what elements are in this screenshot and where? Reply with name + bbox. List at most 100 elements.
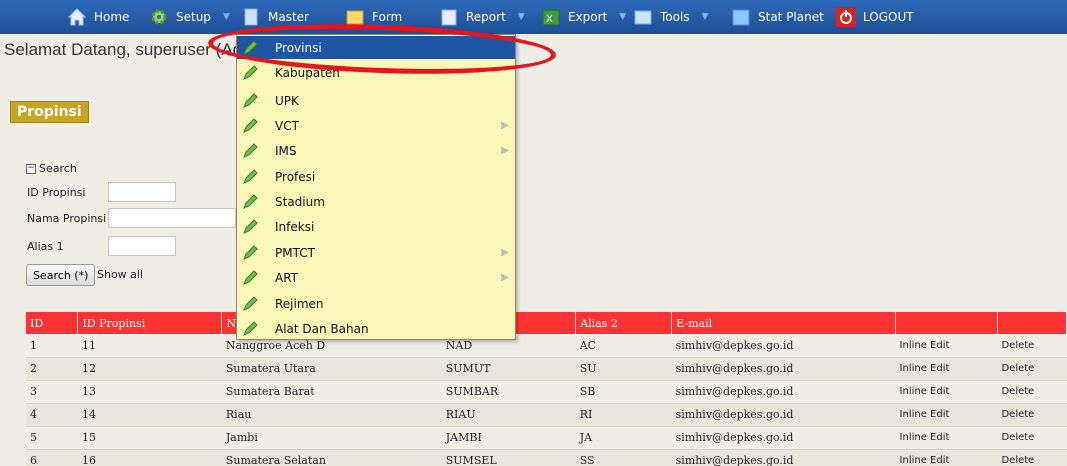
submenu-arrow-icon: ▶ xyxy=(501,247,509,258)
delete-link[interactable]: Delete xyxy=(997,426,1067,450)
menu-item-art[interactable]: ART ▶ xyxy=(237,266,515,289)
table-header-row: ID ID Propinsi Na Alias 2 E-mail xyxy=(26,312,1067,334)
cell-id-propinsi: 15 xyxy=(77,426,222,450)
cell-email: simhiv@depkes.go.id xyxy=(671,403,896,427)
globe-icon xyxy=(732,9,750,26)
pencil-icon xyxy=(243,39,258,55)
cell-alias2: SS xyxy=(575,449,672,466)
delete-link[interactable]: Delete xyxy=(997,357,1067,381)
cell-nama: Sumatera Utara xyxy=(221,357,442,381)
nav-setup[interactable]: Setup ▼ xyxy=(148,0,230,34)
alias-input[interactable] xyxy=(108,236,176,256)
cell-alias1: SUMUT xyxy=(441,357,576,381)
page-title: Propinsi xyxy=(10,101,89,123)
show-all-link[interactable]: Show all xyxy=(97,268,143,281)
inline-edit-link[interactable]: Inline Edit xyxy=(895,426,998,450)
tools-icon xyxy=(634,10,652,25)
cell-id: 2 xyxy=(26,357,78,381)
cell-email: simhiv@depkes.go.id xyxy=(671,449,896,466)
table-row: 1 11 Nanggroe Aceh D NAD AC simhiv@depke… xyxy=(26,334,1067,358)
delete-link[interactable]: Delete xyxy=(997,403,1067,427)
menu-item-stadium[interactable]: Stadium xyxy=(237,190,515,213)
inline-edit-link[interactable]: Inline Edit xyxy=(895,403,998,427)
cell-id: 5 xyxy=(26,426,78,450)
nav-home[interactable]: Home xyxy=(66,0,129,34)
submenu-arrow-icon: ▶ xyxy=(501,120,509,131)
menu-item-kabupaten[interactable]: Kabupaten xyxy=(237,61,515,84)
nav-logout[interactable]: LOGOUT xyxy=(835,0,914,34)
cell-nama: Sumatera Barat xyxy=(221,380,442,404)
home-icon xyxy=(67,8,87,26)
inline-edit-link[interactable]: Inline Edit xyxy=(895,380,998,404)
menu-item-vct[interactable]: VCT ▶ xyxy=(237,114,515,137)
chevron-down-icon: ▼ xyxy=(222,12,230,22)
chevron-down-icon: ▼ xyxy=(517,12,525,22)
form-icon xyxy=(346,10,364,25)
svg-text:X: X xyxy=(546,14,553,25)
table-row: 4 14 Riau RIAU RI simhiv@depkes.go.id In… xyxy=(26,403,1067,427)
cell-alias1: RIAU xyxy=(441,403,576,427)
power-icon xyxy=(836,7,856,27)
nama-propinsi-label: Nama Propinsi xyxy=(27,212,107,225)
nav-statplanet[interactable]: Stat Planet xyxy=(730,0,824,34)
alias-label: Alias 1 xyxy=(27,240,64,253)
column-header[interactable]: ID xyxy=(26,312,79,334)
menu-item-ims[interactable]: IMS ▶ xyxy=(237,139,515,162)
cell-id-propinsi: 12 xyxy=(77,357,222,381)
cell-id: 4 xyxy=(26,403,78,427)
pencil-icon xyxy=(243,64,258,80)
pencil-icon xyxy=(243,117,258,133)
delete-link[interactable]: Delete xyxy=(997,449,1067,466)
cell-id-propinsi: 13 xyxy=(77,380,222,404)
id-propinsi-input[interactable] xyxy=(108,182,176,202)
provinsi-table: ID ID Propinsi Na Alias 2 E-mail 1 11 Na… xyxy=(26,312,1067,466)
collapse-icon: − xyxy=(26,163,36,174)
menu-item-pmtct[interactable]: PMTCT ▶ xyxy=(237,241,515,264)
submenu-arrow-icon: ▶ xyxy=(501,272,509,283)
nav-tools[interactable]: Tools ▼ xyxy=(632,0,708,34)
nav-report[interactable]: Report ▼ xyxy=(438,0,525,34)
cell-alias2: RI xyxy=(575,403,672,427)
delete-link[interactable]: Delete xyxy=(997,334,1067,358)
nama-propinsi-input[interactable] xyxy=(108,208,236,228)
column-header[interactable]: ID Propinsi xyxy=(77,312,223,334)
delete-link[interactable]: Delete xyxy=(997,380,1067,404)
search-button[interactable]: Search (*) xyxy=(26,264,96,286)
pencil-icon xyxy=(243,218,258,234)
menu-item-rejimen[interactable]: Rejimen xyxy=(237,292,515,315)
cell-alias1: JAMBI xyxy=(441,426,576,450)
gear-icon xyxy=(151,9,167,25)
report-icon xyxy=(441,9,457,26)
column-header[interactable]: Alias 2 xyxy=(575,312,673,334)
pencil-icon xyxy=(243,244,258,260)
pencil-icon xyxy=(243,269,258,285)
column-header xyxy=(895,312,998,334)
cell-nama: Riau xyxy=(221,403,442,427)
cell-id-propinsi: 16 xyxy=(77,449,222,466)
inline-edit-link[interactable]: Inline Edit xyxy=(895,334,998,358)
column-header[interactable]: E-mail xyxy=(671,312,897,334)
table-row: 5 15 Jambi JAMBI JA simhiv@depkes.go.id … xyxy=(26,426,1067,450)
nav-form[interactable]: Form xyxy=(344,0,402,34)
table-row: 6 16 Sumatera Selatan SUMSEL SS simhiv@d… xyxy=(26,449,1067,466)
nav-export[interactable]: X Export ▼ xyxy=(540,0,626,34)
menu-item-alat-dan-bahan[interactable]: Alat Dan Bahan xyxy=(237,317,515,340)
cell-email: simhiv@depkes.go.id xyxy=(671,334,896,358)
cell-alias2: JA xyxy=(575,426,672,450)
nav-master[interactable]: Master xyxy=(240,0,309,34)
inline-edit-link[interactable]: Inline Edit xyxy=(895,449,998,466)
search-toggle[interactable]: − Search xyxy=(26,162,77,175)
menu-item-upk[interactable]: UPK xyxy=(237,89,515,112)
menu-item-provinsi[interactable]: Provinsi xyxy=(237,36,515,59)
cell-alias2: SU xyxy=(575,357,672,381)
inline-edit-link[interactable]: Inline Edit xyxy=(895,357,998,381)
pencil-icon xyxy=(243,320,258,336)
cell-id: 3 xyxy=(26,380,78,404)
chevron-down-icon: ▼ xyxy=(619,12,627,22)
menu-item-infeksi[interactable]: Infeksi xyxy=(237,215,515,238)
cell-alias2: AC xyxy=(575,334,672,358)
menu-item-profesi[interactable]: Profesi xyxy=(237,165,515,188)
cell-email: simhiv@depkes.go.id xyxy=(671,380,896,404)
cell-id-propinsi: 11 xyxy=(77,334,222,358)
excel-icon: X xyxy=(542,9,560,26)
